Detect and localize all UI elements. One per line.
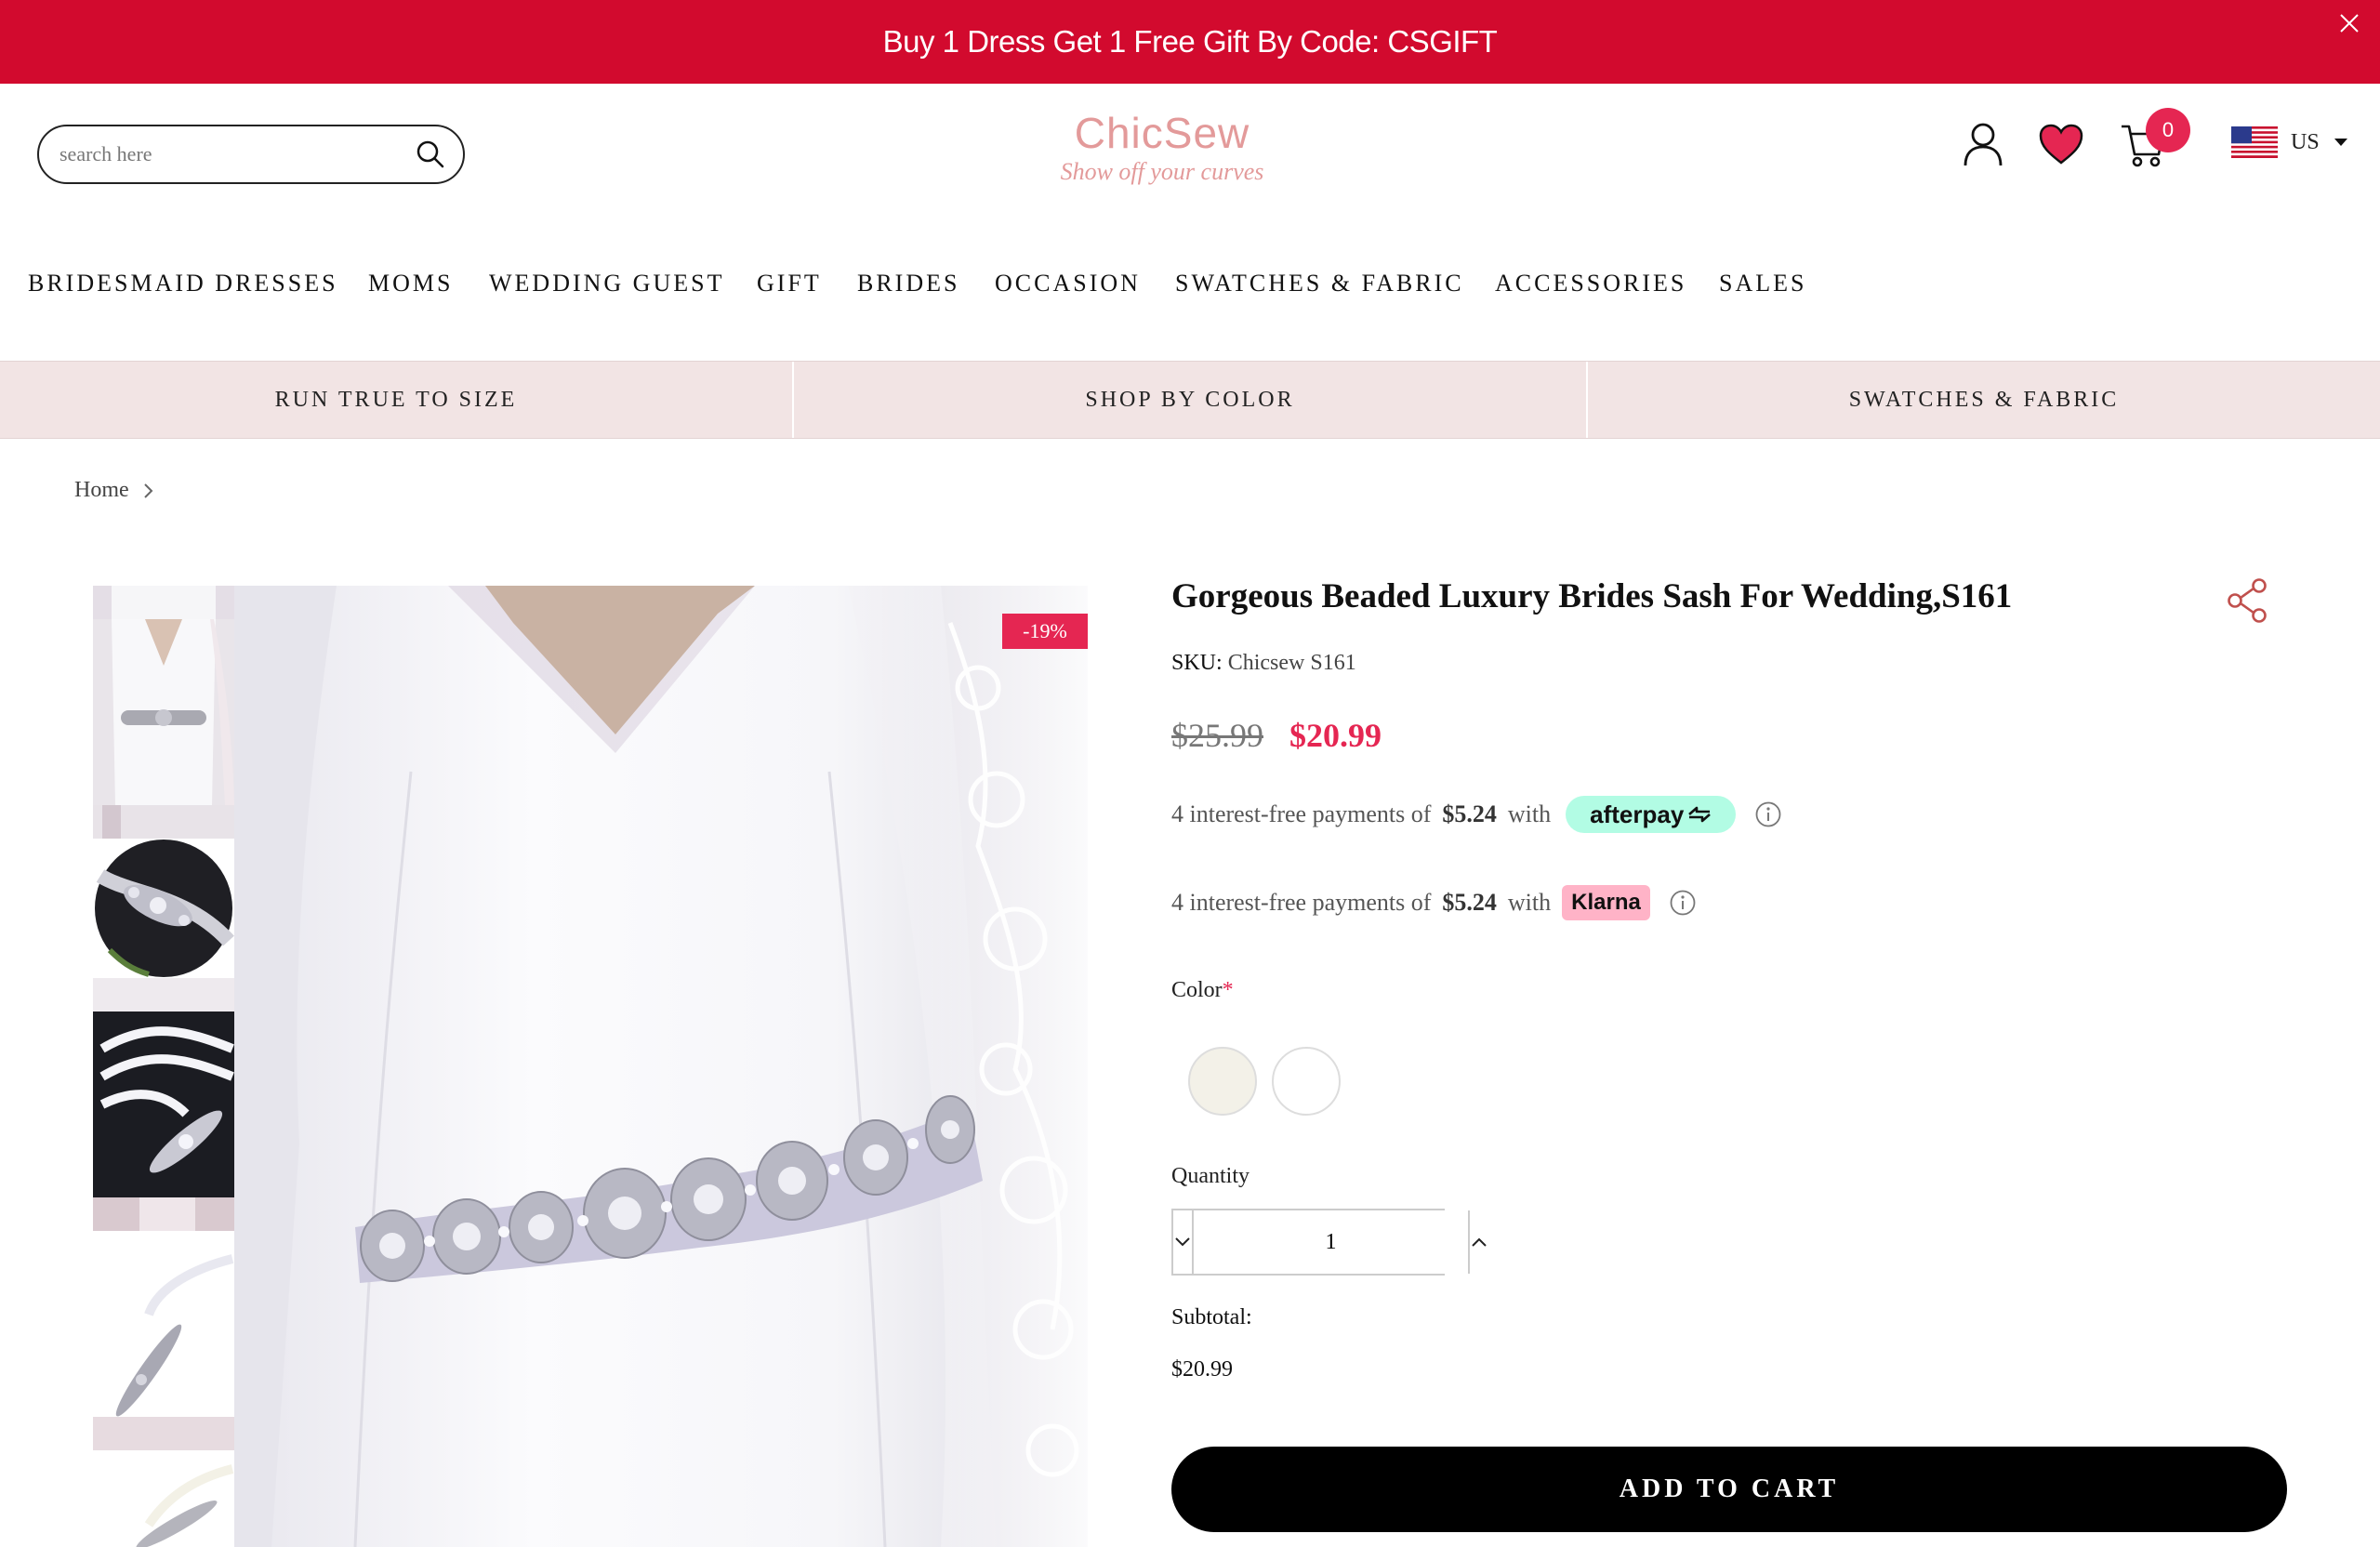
add-to-cart-button[interactable]: ADD TO CART bbox=[1171, 1447, 2287, 1532]
currency-selector[interactable]: US bbox=[2231, 126, 2349, 158]
thumbnail-partial[interactable] bbox=[93, 805, 234, 839]
klarna-logo: Klarna bbox=[1562, 885, 1650, 920]
site-logo[interactable]: ChicSew Show off your curves bbox=[1051, 112, 1274, 186]
search-input[interactable] bbox=[60, 142, 415, 166]
afterpay-brand: afterpay bbox=[1590, 800, 1685, 828]
swatch-ivory[interactable] bbox=[1188, 1047, 1257, 1116]
thumbnail-sash-closeup[interactable] bbox=[93, 839, 234, 978]
quantity-decrease-button[interactable] bbox=[1173, 1210, 1192, 1274]
thumbnail-sash-white-bg[interactable] bbox=[93, 1231, 234, 1417]
search-icon[interactable] bbox=[415, 139, 446, 170]
discount-badge: -19% bbox=[1002, 614, 1088, 649]
announcement-bar: Buy 1 Dress Get 1 Free Gift By Code: CSG… bbox=[0, 0, 2380, 84]
klarna-prefix: 4 interest-free payments of bbox=[1171, 889, 1432, 916]
thumbnail-partial[interactable] bbox=[93, 1197, 234, 1231]
main-product-image[interactable] bbox=[234, 586, 1088, 1547]
info-icon[interactable] bbox=[1754, 800, 1782, 828]
chevron-up-icon bbox=[1472, 1237, 1487, 1247]
chevron-right-icon bbox=[143, 483, 153, 498]
sku-label: SKU: bbox=[1171, 651, 1223, 675]
required-mark: * bbox=[1222, 978, 1234, 1002]
quantity-increase-button[interactable] bbox=[1470, 1210, 1488, 1274]
product-title: Gorgeous Beaded Luxury Brides Sash For W… bbox=[1171, 577, 2013, 615]
logo-tagline: Show off your curves bbox=[1060, 158, 1264, 185]
subbar-run-true-to-size[interactable]: RUN TRUE TO SIZE bbox=[0, 362, 794, 438]
info-icon[interactable] bbox=[1669, 889, 1697, 917]
quantity-input[interactable] bbox=[1192, 1210, 1470, 1274]
subtotal-label: Subtotal: bbox=[1171, 1305, 1252, 1329]
currency-code: US bbox=[2291, 129, 2320, 154]
nav-occasion[interactable]: OCCASION bbox=[995, 270, 1141, 298]
thumbnail-partial[interactable] bbox=[93, 978, 234, 1012]
quantity-label: Quantity bbox=[1171, 1164, 1250, 1188]
color-label: Color* bbox=[1171, 978, 1234, 1003]
thumbnail-partial[interactable] bbox=[93, 586, 234, 619]
promo-subbar: RUN TRUE TO SIZE SHOP BY COLOR SWATCHES … bbox=[0, 361, 2380, 439]
logo-wordmark: ChicSew bbox=[1074, 109, 1250, 157]
nav-wedding-guest[interactable]: WEDDING GUEST bbox=[489, 270, 724, 298]
share-icon[interactable] bbox=[2224, 576, 2272, 625]
search-box bbox=[37, 125, 465, 184]
caret-down-icon bbox=[2334, 139, 2347, 146]
breadcrumb: Home bbox=[74, 478, 155, 503]
wishlist-heart-icon[interactable] bbox=[2038, 123, 2084, 165]
price-block: $25.99 $20.99 bbox=[1171, 716, 1382, 755]
nav-moms[interactable]: MOMS bbox=[368, 270, 453, 298]
original-price: $25.99 bbox=[1171, 717, 1263, 754]
sku-value: Chicsew S161 bbox=[1227, 651, 1356, 675]
nav-gift[interactable]: GIFT bbox=[757, 270, 822, 298]
product-sku: SKU: Chicsew S161 bbox=[1171, 651, 1356, 676]
klarna-suffix: with bbox=[1507, 889, 1552, 916]
afterpay-amount: $5.24 bbox=[1442, 800, 1497, 827]
afterpay-prefix: 4 interest-free payments of bbox=[1171, 800, 1432, 827]
main-nav: BRIDESMAID DRESSES MOMS WEDDING GUEST GI… bbox=[0, 270, 2380, 307]
afterpay-suffix: with bbox=[1507, 800, 1552, 827]
site-header: ChicSew Show off your curves 0 bbox=[0, 84, 2380, 223]
breadcrumb-home[interactable]: Home bbox=[74, 478, 129, 503]
nav-accessories[interactable]: ACCESSORIES bbox=[1495, 270, 1686, 298]
afterpay-logo: afterpay bbox=[1566, 796, 1737, 833]
chevron-down-icon bbox=[1175, 1237, 1190, 1247]
afterpay-row: 4 interest-free payments of $5.24 with a… bbox=[1171, 796, 1782, 833]
sale-price: $20.99 bbox=[1289, 717, 1382, 754]
klarna-row: 4 interest-free payments of $5.24 with K… bbox=[1171, 885, 1697, 920]
nav-bridesmaid-dresses[interactable]: BRIDESMAID DRESSES bbox=[28, 270, 338, 298]
announcement-text: Buy 1 Dress Get 1 Free Gift By Code: CSG… bbox=[882, 24, 1498, 59]
account-icon[interactable] bbox=[1962, 121, 2004, 167]
subbar-shop-by-color[interactable]: SHOP BY COLOR bbox=[794, 362, 1588, 438]
quantity-stepper bbox=[1171, 1209, 1487, 1276]
thumbnail-partial[interactable] bbox=[93, 1417, 234, 1450]
thumbnail-sash-ivory[interactable] bbox=[93, 1450, 234, 1547]
nav-sales[interactable]: SALES bbox=[1719, 270, 1806, 298]
subbar-swatches-fabric[interactable]: SWATCHES & FABRIC bbox=[1588, 362, 2380, 438]
nav-brides[interactable]: BRIDES bbox=[857, 270, 959, 298]
us-flag-icon bbox=[2231, 126, 2278, 158]
subtotal-value: $20.99 bbox=[1171, 1357, 1233, 1382]
thumbnail-sash-black-bg[interactable] bbox=[93, 1012, 234, 1197]
close-icon[interactable] bbox=[2335, 9, 2363, 37]
nav-swatches-fabric[interactable]: SWATCHES & FABRIC bbox=[1175, 270, 1464, 298]
cart-count-badge: 0 bbox=[2146, 108, 2190, 152]
thumbnail-dress-sash[interactable] bbox=[93, 619, 234, 805]
afterpay-arrows-icon bbox=[1688, 806, 1712, 823]
color-label-text: Color bbox=[1171, 978, 1223, 1002]
klarna-amount: $5.24 bbox=[1442, 889, 1497, 916]
thumbnail-strip bbox=[93, 586, 234, 1547]
swatch-white[interactable] bbox=[1272, 1047, 1341, 1116]
